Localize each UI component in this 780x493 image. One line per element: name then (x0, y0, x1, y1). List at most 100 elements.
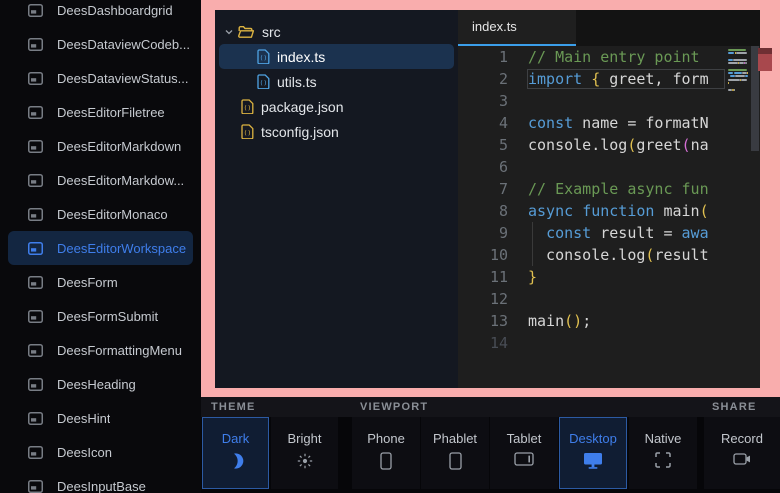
button-label: Native (645, 431, 682, 446)
overview-marker (758, 48, 772, 71)
sidebar-item-deesdataviewcodeb-[interactable]: DeesDataviewCodeb... (8, 27, 193, 61)
minimap-line (728, 79, 740, 81)
svg-text:(): () (243, 104, 251, 112)
code-line: 4 const name = formatN (458, 112, 726, 134)
code-line: 8 async function main( (458, 200, 726, 222)
sidebar-item-deeseditormonaco[interactable]: DeesEditorMonaco (8, 197, 193, 231)
sidebar-item-label: DeesEditorMarkdow... (57, 173, 184, 188)
code-line: 11} (458, 266, 726, 288)
code-line: 2 import { greet, form (458, 68, 726, 90)
editor-tab-bar: index.ts (458, 10, 760, 46)
code-text: console.log(greet(na (528, 136, 724, 154)
tree-folder-src[interactable]: src (219, 19, 454, 44)
minimap-line (735, 75, 745, 77)
bottom-toolbar: THEMEVIEWPORTSHARE DarkBrightPhonePhable… (201, 397, 780, 493)
ts-file-icon: () (257, 49, 270, 64)
code-text: async function main( (528, 202, 724, 220)
editor-workspace-demo: src () index.ts ()utils.ts()package.json()t… (215, 10, 760, 388)
chevron-down-icon (224, 27, 234, 37)
tree-file-tsconfig-json[interactable]: ()tsconfig.json (219, 119, 454, 144)
desktop-button[interactable]: Desktop (559, 417, 627, 489)
line-number: 3 (458, 92, 508, 110)
sidebar-item-deeseditorfiletree[interactable]: DeesEditorFiletree (8, 95, 193, 129)
sidebar-item-label: DeesDataviewStatus... (57, 71, 189, 86)
sidebar-item-deesheading[interactable]: DeesHeading (8, 367, 193, 401)
dark-button[interactable]: Dark (202, 417, 269, 489)
folder-open-icon (238, 25, 255, 39)
tab-label: index.ts (472, 19, 517, 34)
component-icon (28, 276, 43, 289)
tree-node-label: index.ts (277, 49, 325, 65)
tablet-icon (514, 452, 534, 466)
code-text: main(); (528, 312, 724, 330)
line-number: 11 (458, 268, 508, 286)
toolbar-group-label: VIEWPORT (360, 397, 428, 417)
component-icon (28, 446, 43, 459)
component-icon (28, 72, 43, 85)
sidebar-item-label: DeesFormattingMenu (57, 343, 182, 358)
button-label: Bright (288, 431, 322, 446)
native-button[interactable]: Native (629, 417, 697, 489)
bright-button[interactable]: Bright (271, 417, 338, 489)
component-icon (28, 242, 43, 255)
sidebar-item-deesinputbase[interactable]: DeesInputBase (8, 469, 193, 493)
minimap-line (747, 72, 748, 74)
code-area[interactable]: 1 // Main entry point 2 import { greet, for… (458, 46, 726, 388)
button-label: Phone (367, 431, 405, 446)
tablet-button[interactable]: Tablet (490, 417, 558, 489)
line-number: 4 (458, 114, 508, 132)
sidebar-item-deesformattingmenu[interactable]: DeesFormattingMenu (8, 333, 193, 367)
minimap-line (728, 62, 738, 64)
tree-node-label: src (262, 24, 281, 40)
line-number: 8 (458, 202, 508, 220)
code-line: 12 (458, 288, 726, 310)
component-icon (28, 4, 43, 17)
toolbar-group-label: THEME (211, 397, 256, 417)
sidebar-item-deeseditormarkdow-[interactable]: DeesEditorMarkdow... (8, 163, 193, 197)
line-number: 2 (458, 70, 508, 88)
sidebar-item-deesicon[interactable]: DeesIcon (8, 435, 193, 469)
tree-file-package-json[interactable]: ()package.json (219, 94, 454, 119)
sidebar-item-label: DeesEditorMarkdown (57, 139, 181, 154)
code-text: import { greet, form (528, 70, 724, 88)
sidebar-item-deeseditorworkspace[interactable]: DeesEditorWorkspace (8, 231, 193, 265)
sidebar-item-label: DeesEditorFiletree (57, 105, 165, 120)
sidebar-item-deesdataviewstatus-[interactable]: DeesDataviewStatus... (8, 61, 193, 95)
code-text: const result = awa (528, 224, 724, 242)
svg-text:(): () (259, 79, 267, 87)
line-number: 1 (458, 48, 508, 66)
component-icon (28, 344, 43, 357)
tab-index-ts[interactable]: index.ts (458, 10, 576, 46)
sun-icon (296, 452, 314, 470)
minimap-line (728, 69, 747, 71)
record-button[interactable]: Record (704, 417, 780, 489)
line-number: 9 (458, 224, 508, 242)
sidebar-item-deesform[interactable]: DeesForm (8, 265, 193, 299)
button-label: Phablet (433, 431, 477, 446)
phone-icon (380, 452, 392, 470)
minimap-line (728, 52, 734, 54)
minimap-line (733, 59, 747, 61)
code-editor-panel: index.ts 1 // Main entry point 2 import { g… (458, 10, 760, 388)
code-line: 5console.log(greet(na (458, 134, 726, 156)
minimap-line (745, 75, 748, 77)
tree-file-utils-ts[interactable]: ()utils.ts (219, 69, 454, 94)
code-line: 14 (458, 332, 726, 354)
code-text: const name = formatN (528, 114, 724, 132)
sidebar-item-deeshint[interactable]: DeesHint (8, 401, 193, 435)
component-icon (28, 480, 43, 493)
phablet-button[interactable]: Phablet (421, 417, 489, 489)
sidebar-item-label: DeesEditorMonaco (57, 207, 168, 222)
code-text: // Main entry point (528, 48, 724, 66)
sidebar-item-deesformsubmit[interactable]: DeesFormSubmit (8, 299, 193, 333)
sidebar-item-deeseditormarkdown[interactable]: DeesEditorMarkdown (8, 129, 193, 163)
component-icon (28, 174, 43, 187)
sidebar-item-deesdashboardgrid[interactable]: DeesDashboardgrid (8, 0, 193, 27)
file-tree-panel: src () index.ts ()utils.ts()package.json()t… (215, 10, 458, 388)
phone-button[interactable]: Phone (352, 417, 420, 489)
tree-file-index-ts[interactable]: () index.ts (219, 44, 454, 69)
component-sidebar: DeesDashboardgridDeesDataviewCodeb... Dee… (0, 0, 201, 493)
minimap[interactable] (726, 46, 751, 388)
minimap-line (734, 89, 735, 91)
svg-text:(): () (259, 54, 267, 62)
